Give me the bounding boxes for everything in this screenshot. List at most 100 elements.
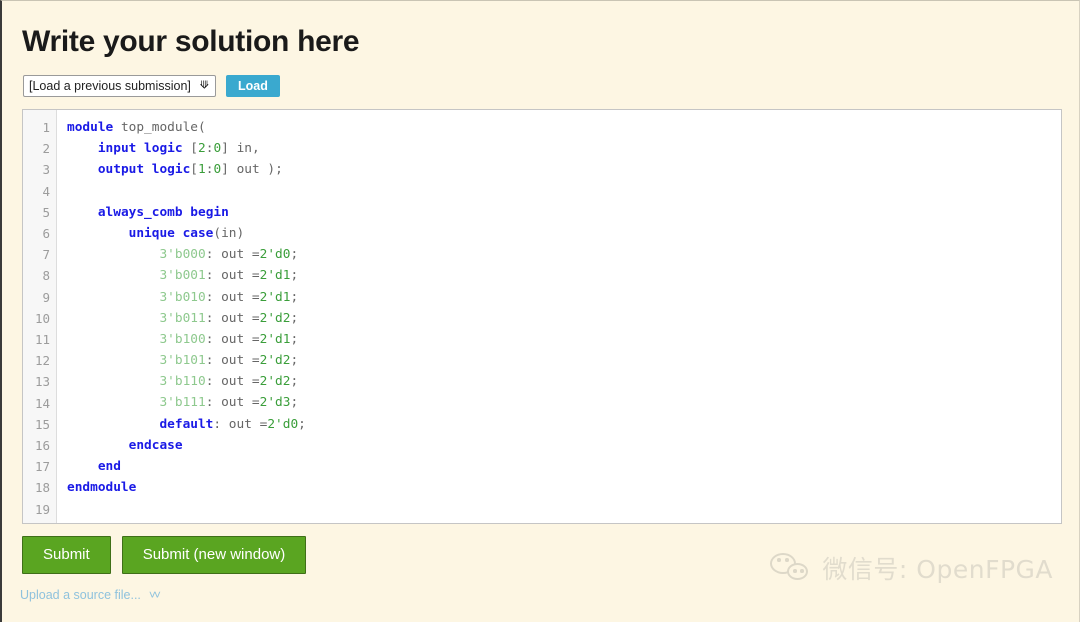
line-number: 5 xyxy=(42,204,50,220)
code-line[interactable]: 3'b100: out =2'd1; xyxy=(67,329,1061,350)
code-line[interactable]: 3'b001: out =2'd1; xyxy=(67,265,1061,286)
code-token: module xyxy=(67,120,114,135)
code-line[interactable]: input logic [2:0] in, xyxy=(67,138,1061,159)
code-token: : out = xyxy=(205,247,260,263)
code-token: : out = xyxy=(205,374,260,390)
submission-select-wrapper[interactable]: [Load a previous submission] ⟱ xyxy=(23,75,216,97)
code-token: 3'b001 xyxy=(159,268,206,284)
submit-button[interactable]: Submit xyxy=(22,536,111,574)
code-token: ; xyxy=(290,310,299,326)
line-number: 7 xyxy=(42,247,50,263)
line-number: 15 xyxy=(34,416,50,432)
upload-row: Upload a source file... ˅˅ xyxy=(2,574,1079,602)
code-token: endmodule xyxy=(67,480,137,496)
line-number: 19 xyxy=(34,501,50,517)
code-token: 1 xyxy=(198,162,206,178)
code-line[interactable]: endmodule xyxy=(67,477,1061,498)
code-token: output logic xyxy=(97,162,191,178)
code-line[interactable]: endcase xyxy=(67,435,1061,456)
code-line[interactable]: 3'b111: out =2'd3; xyxy=(67,392,1061,413)
code-token: 3'b101 xyxy=(159,353,206,369)
code-token: (in) xyxy=(213,225,245,241)
code-line[interactable]: always_comb begin xyxy=(67,202,1061,223)
code-editor[interactable]: 1 2 3 4 5 6 7 8 9 10 11 12 13 14 15 16 17 18 19 module top… xyxy=(22,109,1062,524)
editor-gutter: 1 2 3 4 5 6 7 8 9 10 11 12 13 14 15 16 17 18 19 xyxy=(23,110,57,523)
code-token: 'd0 xyxy=(275,416,299,432)
load-button[interactable]: Load xyxy=(226,75,280,97)
line-number: 2 xyxy=(42,141,50,157)
upload-source-file-link[interactable]: Upload a source file... xyxy=(20,588,141,602)
code-token: ; xyxy=(290,268,299,284)
code-token: 'd1 xyxy=(267,268,291,284)
code-line[interactable]: unique case(in) xyxy=(67,223,1061,244)
code-line[interactable]: 3'b101: out =2'd2; xyxy=(67,350,1061,371)
submit-new-window-button[interactable]: Submit (new window) xyxy=(121,536,307,574)
code-token: [ xyxy=(190,162,198,178)
code-line[interactable] xyxy=(67,498,1061,519)
code-token: 'd1 xyxy=(267,289,291,305)
code-token: 'd2 xyxy=(267,310,291,326)
line-number: 4 xyxy=(42,183,50,199)
code-token: ; xyxy=(290,395,299,411)
line-number: 1 xyxy=(42,120,50,135)
code-token: input logic xyxy=(97,141,183,157)
previous-submission-select[interactable]: [Load a previous submission] xyxy=(23,75,216,97)
code-token: : out = xyxy=(205,395,260,411)
code-token: : out = xyxy=(205,353,260,369)
line-number: 10 xyxy=(34,310,50,326)
code-line[interactable]: output logic[1:0] out ); xyxy=(67,159,1061,180)
code-line[interactable]: default: out =2'd0; xyxy=(67,414,1061,435)
line-number: 16 xyxy=(34,438,50,454)
code-token: : out = xyxy=(213,416,268,432)
line-number: 12 xyxy=(34,353,50,369)
page-title: Write your solution here xyxy=(22,25,360,58)
code-token: 'd3 xyxy=(267,395,291,411)
code-line[interactable]: module top_module( xyxy=(67,117,1061,138)
code-token: unique case xyxy=(128,225,214,241)
code-token: top_module( xyxy=(113,120,206,135)
code-token: 'd1 xyxy=(267,331,291,347)
code-token: : out = xyxy=(205,331,260,347)
double-chevron-down-icon[interactable]: ˅˅ xyxy=(149,589,161,601)
code-line[interactable] xyxy=(67,181,1061,202)
line-number: 17 xyxy=(34,459,50,475)
line-number: 6 xyxy=(42,226,50,242)
code-line[interactable]: 3'b011: out =2'd2; xyxy=(67,308,1061,329)
code-token: ; xyxy=(290,331,299,347)
code-line[interactable]: 3'b010: out =2'd1; xyxy=(67,287,1061,308)
code-token: always_comb begin xyxy=(97,204,229,220)
code-token: : out = xyxy=(205,310,260,326)
editor-code-area[interactable]: module top_module( input logic [2:0] in,… xyxy=(57,110,1061,523)
submission-toolbar: [Load a previous submission] ⟱ Load xyxy=(2,59,1079,97)
code-token: 3'b100 xyxy=(159,331,206,347)
code-token: 3'b110 xyxy=(159,374,206,390)
code-token: 'd2 xyxy=(267,353,291,369)
code-token: ; xyxy=(290,247,299,263)
code-token: 'd0 xyxy=(267,247,291,263)
code-token: end xyxy=(97,459,121,474)
line-number: 18 xyxy=(34,480,50,496)
code-token: 3'b111 xyxy=(159,395,206,411)
code-line[interactable]: 3'b110: out =2'd2; xyxy=(67,371,1061,392)
code-token: 2 xyxy=(198,141,206,157)
code-token: 'd2 xyxy=(267,374,291,390)
line-number: 8 xyxy=(42,268,50,284)
code-line[interactable]: 3'b000: out =2'd0; xyxy=(67,244,1061,265)
code-line[interactable]: end xyxy=(67,456,1061,477)
code-token: : out = xyxy=(205,289,260,305)
code-token: 0 xyxy=(213,162,222,178)
code-token: 3'b011 xyxy=(159,310,206,326)
code-token: ; xyxy=(290,353,299,369)
